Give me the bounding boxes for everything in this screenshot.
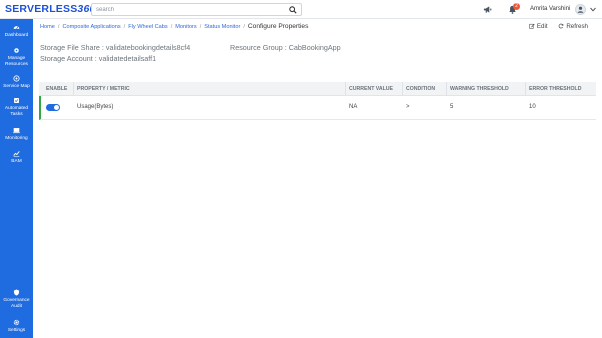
refresh-icon	[558, 23, 564, 29]
page-actions: Edit Refresh	[520, 23, 588, 30]
properties-table: ENABLE PROPERTY / METRIC CURRENT VALUE C…	[39, 82, 596, 120]
megaphone-icon[interactable]	[483, 5, 492, 14]
error-threshold-cell: 10	[529, 104, 536, 110]
sidebar-item-governance-audit[interactable]: Governance Audit	[0, 289, 33, 309]
service-map-icon	[13, 75, 20, 82]
toggle-knob	[54, 105, 59, 110]
sidebar-item-automated-tasks[interactable]: Automated Tasks	[0, 97, 33, 117]
enable-toggle[interactable]	[46, 104, 60, 111]
bam-icon	[13, 151, 20, 157]
automated-tasks-icon	[14, 98, 19, 103]
edit-button[interactable]: Edit	[529, 23, 548, 30]
breadcrumb-separator: /	[123, 24, 126, 30]
breadcrumb-monitors[interactable]: Monitors	[175, 24, 196, 30]
top-bar: SERVERLESS360 2 Amrita Varshini	[0, 0, 602, 19]
chevron-down-icon[interactable]	[590, 7, 596, 12]
property-cell: Usage(Bytes)	[77, 104, 114, 110]
settings-icon	[13, 319, 20, 326]
condition-cell: >	[406, 104, 410, 110]
breadcrumb-fly-wheel-cabs[interactable]: Fly Wheel Cabs	[128, 24, 167, 30]
sidebar-item-service-map[interactable]: Service Map	[0, 75, 33, 90]
sidebar: Dashboard Manage Resources Service Map A…	[0, 19, 33, 338]
breadcrumb-separator: /	[57, 24, 60, 30]
notification-badge: 2	[513, 3, 520, 10]
search-input[interactable]	[96, 5, 281, 15]
column-header-current-value: CURRENT VALUE	[345, 82, 402, 96]
monitoring-icon	[13, 128, 20, 134]
breadcrumb-separator: /	[243, 24, 245, 30]
breadcrumb-composite-applications[interactable]: Composite Applications	[62, 24, 120, 30]
warning-threshold-cell: 5	[450, 104, 454, 110]
refresh-button[interactable]: Refresh	[558, 23, 588, 30]
governance-audit-icon	[13, 289, 20, 296]
breadcrumb-status-monitor[interactable]: Status Monitor	[204, 24, 240, 30]
app-logo[interactable]: SERVERLESS360	[5, 3, 96, 15]
sidebar-item-dashboard[interactable]: Dashboard	[0, 24, 33, 39]
search-box[interactable]	[91, 3, 302, 16]
sidebar-item-manage-resources[interactable]: Manage Resources	[0, 47, 33, 67]
dashboard-icon	[13, 26, 20, 30]
column-header-condition: CONDITION	[402, 82, 446, 96]
breadcrumb-separator: /	[199, 24, 202, 30]
user-icon	[577, 6, 584, 13]
breadcrumb-home[interactable]: Home	[40, 24, 55, 30]
page-title: Configure Properties	[247, 23, 309, 30]
sidebar-item-settings[interactable]: Settings	[0, 319, 33, 334]
user-name[interactable]: Amrita Varshini	[530, 6, 570, 12]
column-header-warning-threshold: WARNING THRESHOLD	[446, 82, 525, 96]
sidebar-item-monitoring[interactable]: Monitoring	[0, 127, 33, 142]
breadcrumb-separator: /	[170, 24, 173, 30]
table-row: Usage(Bytes) NA > 5 10	[39, 96, 596, 120]
sidebar-item-bam[interactable]: BAM	[0, 150, 33, 165]
storage-account: Storage Account : validatedetailsaff1	[40, 54, 157, 63]
avatar[interactable]	[575, 4, 586, 15]
table-header: ENABLE PROPERTY / METRIC CURRENT VALUE C…	[39, 82, 596, 96]
storage-file-share: Storage File Share : validatebookingdeta…	[40, 43, 191, 52]
edit-icon	[529, 23, 535, 29]
current-value-cell: NA	[349, 104, 358, 110]
column-header-error-threshold: ERROR THRESHOLD	[525, 82, 596, 96]
column-header-enable: ENABLE	[46, 86, 68, 92]
resource-group: Resource Group : CabBookingApp	[230, 43, 341, 52]
manage-resources-icon	[14, 48, 19, 53]
search-icon[interactable]	[289, 6, 297, 14]
column-header-property: PROPERTY / METRIC	[73, 82, 345, 96]
breadcrumb: Home / Composite Applications / Fly Wheel Ca…	[40, 23, 308, 33]
